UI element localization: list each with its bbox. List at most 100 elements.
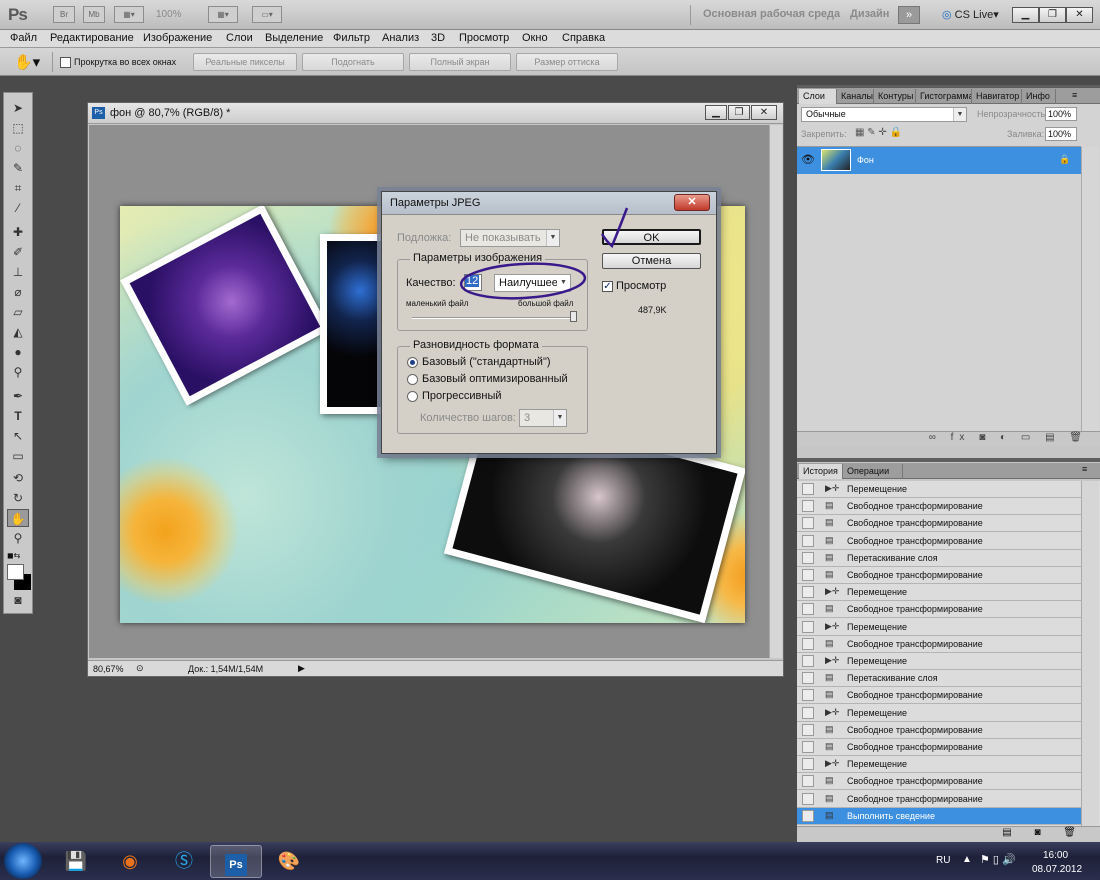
foreground-color-swatch[interactable]	[7, 564, 24, 580]
taskbar-firefox-icon[interactable]: ◉	[104, 845, 156, 878]
history-snapshot-box[interactable]	[802, 706, 814, 719]
matte-select[interactable]: Не показывать ▼	[460, 229, 560, 247]
layers-scrollbar[interactable]	[1081, 147, 1099, 432]
tray-icons[interactable]: ⚑ ▯ 🔊	[980, 853, 1016, 866]
fit-screen-button[interactable]: Подогнать	[302, 53, 404, 71]
minimize-button[interactable]: ▁	[1012, 7, 1039, 23]
cancel-button[interactable]: Отмена	[602, 253, 701, 269]
history-item[interactable]: ▤ Свободное трансформирование	[797, 567, 1081, 584]
history-item[interactable]: ▶✛ Перемещение	[797, 756, 1081, 774]
history-item[interactable]: ▤ Свободное трансформирование	[797, 515, 1081, 533]
history-item[interactable]: ▤ Свободное трансформирование	[797, 687, 1081, 705]
menu-image[interactable]: Изображение	[143, 32, 212, 44]
workspace-design[interactable]: Дизайн	[850, 8, 889, 20]
healing-brush-icon[interactable]: ✚	[7, 223, 29, 241]
lasso-tool-icon[interactable]: ◌	[7, 139, 29, 157]
quality-slider-track[interactable]	[412, 317, 577, 319]
history-item[interactable]: ▤ Свободное трансформирование	[797, 498, 1081, 516]
eye-visibility-icon[interactable]: 👁	[801, 153, 815, 166]
history-snapshot-box[interactable]	[802, 637, 814, 650]
history-snapshot-box[interactable]	[802, 758, 814, 771]
history-item[interactable]: ▤ Свободное трансформирование	[797, 532, 1081, 550]
view-extras-button[interactable]: ▦▾	[114, 6, 144, 23]
taskbar-photoshop[interactable]: Ps	[210, 845, 262, 878]
quick-select-tool-icon[interactable]: ✎	[7, 159, 29, 177]
blend-mode-select[interactable]: Обычные ▼	[801, 107, 967, 122]
dialog-close-button[interactable]: ✕	[674, 194, 710, 211]
history-snapshot-box[interactable]	[802, 689, 814, 702]
default-colors-icon[interactable]: ◼⇆	[7, 551, 20, 560]
zoom-level[interactable]: 100%	[156, 9, 182, 20]
print-size-button[interactable]: Размер оттиска	[516, 53, 618, 71]
history-snapshot-box[interactable]	[802, 534, 814, 547]
history-snapshot-box[interactable]	[802, 741, 814, 753]
vertical-scrollbar[interactable]	[769, 125, 782, 658]
doc-minimize-button[interactable]: ▁	[705, 105, 727, 120]
tab-actions[interactable]: Операции	[843, 464, 903, 479]
history-bottom-toolbar[interactable]: ▤ ◙ 🗑	[797, 826, 1100, 842]
menu-view[interactable]: Просмотр	[459, 32, 509, 44]
quick-mask-icon[interactable]: ◙	[7, 591, 29, 609]
menu-select[interactable]: Выделение	[265, 32, 323, 44]
move-tool-icon[interactable]: ➤	[7, 99, 29, 117]
history-snapshot-box[interactable]	[802, 620, 814, 633]
actual-pixels-button[interactable]: Реальные пикселы	[193, 53, 297, 71]
panel-menu-icon[interactable]: ≡	[1072, 90, 1077, 100]
close-button[interactable]: ✕	[1066, 7, 1093, 23]
history-snapshot-box[interactable]	[802, 586, 814, 599]
history-item[interactable]: ▤ Свободное трансформирование	[797, 635, 1081, 653]
layer-row-background[interactable]: 👁 Фон 🔒	[797, 147, 1081, 174]
history-item[interactable]: ▤ Свободное трансформирование	[797, 790, 1081, 808]
layer-name[interactable]: Фон	[857, 155, 874, 165]
fill-input[interactable]: 100%	[1045, 127, 1077, 141]
lock-icons[interactable]: ▦ ✎ ✛ 🔒	[855, 127, 902, 138]
history-snapshot-box[interactable]	[802, 517, 814, 530]
brush-tool-icon[interactable]: ✐	[7, 243, 29, 261]
history-snapshot-box[interactable]	[802, 809, 814, 822]
history-snapshot-box[interactable]	[802, 672, 814, 685]
history-item[interactable]: ▤ Перетаскивание слоя	[797, 670, 1081, 688]
history-menu-icon[interactable]: ≡	[1082, 464, 1087, 474]
taskbar-paint-icon[interactable]: 🎨	[263, 845, 315, 878]
mini-bridge-button[interactable]: Mb	[83, 6, 105, 23]
marquee-tool-icon[interactable]: ⬚	[7, 119, 29, 137]
history-snapshot-box[interactable]	[802, 551, 814, 564]
paint-bucket-icon[interactable]: ◭	[7, 323, 29, 341]
history-item[interactable]: ▤ Выполнить сведение	[797, 807, 1081, 825]
menu-help[interactable]: Справка	[562, 32, 605, 44]
format-progressive-radio[interactable]	[407, 391, 418, 402]
shape-tool-icon[interactable]: ▭	[7, 447, 29, 465]
history-item[interactable]: ▶✛ Перемещение	[797, 653, 1081, 670]
status-menu-arrow[interactable]: ▶	[298, 663, 305, 674]
history-snapshot-box[interactable]	[802, 500, 814, 513]
tab-info[interactable]: Инфо	[1022, 89, 1056, 104]
clone-stamp-icon[interactable]: ⊥	[7, 263, 29, 281]
menu-filter[interactable]: Фильтр	[333, 32, 370, 44]
tray-arrow-icon[interactable]: ▲	[962, 854, 972, 865]
format-baseline-radio[interactable]	[407, 357, 418, 368]
history-item[interactable]: ▶✛ Перемещение	[797, 481, 1081, 498]
format-progressive-label[interactable]: Прогрессивный	[422, 390, 502, 402]
menu-3d[interactable]: 3D	[431, 32, 445, 44]
cs-live-menu[interactable]: ◎ CS Live▾	[942, 8, 999, 21]
more-workspaces-icon[interactable]: »	[898, 6, 920, 24]
tab-histogram[interactable]: Гистограмма	[916, 89, 972, 104]
hand-tool-active-icon[interactable]: ✋	[7, 509, 29, 527]
bridge-button[interactable]: Br	[53, 6, 75, 23]
taskbar-save-icon[interactable]: 💾	[50, 845, 102, 878]
type-tool-icon[interactable]: T	[7, 407, 29, 425]
language-indicator[interactable]: RU	[936, 855, 950, 866]
preview-checkbox[interactable]: ✓	[602, 281, 613, 292]
menu-edit[interactable]: Редактирование	[50, 32, 134, 44]
history-item[interactable]: ▤ Перетаскивание слоя	[797, 549, 1081, 567]
doc-close-button[interactable]: ✕	[751, 105, 777, 120]
history-item[interactable]: ▶✛ Перемещение	[797, 584, 1081, 602]
history-item[interactable]: ▶✛ Перемещение	[797, 704, 1081, 722]
tab-layers[interactable]: Слои	[799, 89, 837, 104]
zoom-percent[interactable]: 80,67%	[93, 664, 124, 674]
menu-file[interactable]: Файл	[10, 32, 37, 44]
taskbar-skype-icon[interactable]: Ⓢ	[158, 845, 210, 878]
start-button[interactable]	[4, 843, 42, 879]
3d-rotate-icon[interactable]: ⟲	[7, 469, 29, 487]
opacity-input[interactable]: 100%	[1045, 107, 1077, 121]
